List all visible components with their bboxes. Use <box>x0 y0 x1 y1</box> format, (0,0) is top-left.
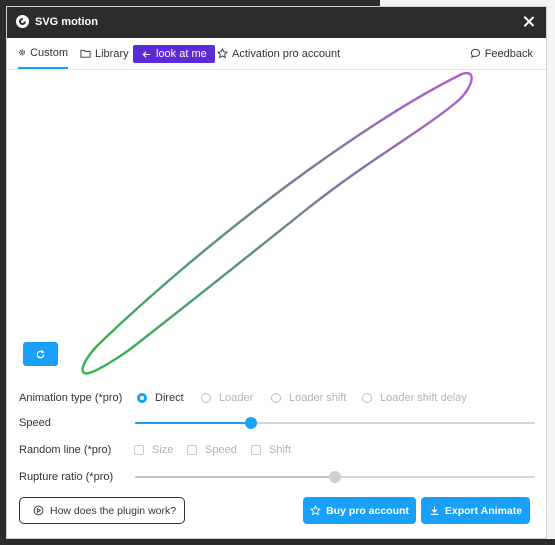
app-title: SVG motion <box>35 16 98 28</box>
speed-slider-thumb[interactable] <box>245 417 257 429</box>
refresh-icon <box>36 349 45 358</box>
checkbox-shift[interactable]: Shift <box>251 444 291 456</box>
refresh-button[interactable] <box>23 342 58 366</box>
radio-loader-shift[interactable]: Loader shift <box>271 392 346 404</box>
folder-icon <box>80 49 91 58</box>
radio-loader-shift-delay-label: Loader shift delay <box>380 392 467 404</box>
checkbox-size[interactable]: Size <box>134 444 173 456</box>
radio-loader-shift-delay-dot <box>362 393 372 403</box>
speed-slider[interactable] <box>135 416 535 430</box>
host-bottom-bar <box>0 539 555 545</box>
how-it-works-label: How does the plugin work? <box>50 504 177 517</box>
tab-library-label: Library <box>95 47 129 60</box>
plugin-window: SVG motion Custom Library look at me Act… <box>6 6 547 539</box>
preview-canvas <box>7 71 548 383</box>
look-at-me-label: look at me <box>156 48 207 60</box>
rupture-slider-thumb[interactable] <box>329 471 341 483</box>
arrow-left-icon <box>142 50 151 58</box>
export-animate-label: Export Animate <box>444 504 523 517</box>
close-icon[interactable] <box>521 14 537 30</box>
tab-custom[interactable]: Custom <box>18 38 68 69</box>
host-canvas-edge <box>547 0 555 545</box>
animated-path-preview <box>81 71 473 375</box>
title-bar: SVG motion <box>7 7 546 38</box>
tab-custom-label: Custom <box>30 46 68 59</box>
tab-library[interactable]: Library <box>80 38 129 69</box>
animation-type-label: Animation type (*pro) <box>19 392 123 404</box>
random-line-label: Random line (*pro) <box>19 444 112 456</box>
checkbox-shift-box <box>251 445 261 455</box>
download-icon <box>430 506 439 515</box>
radio-loader-shift-dot <box>271 393 281 403</box>
tab-activation-label: Activation pro account <box>232 47 341 60</box>
buy-pro-label: Buy pro account <box>326 504 409 517</box>
buy-pro-button[interactable]: Buy pro account <box>303 497 416 524</box>
gear-icon <box>19 49 26 56</box>
export-animate-button[interactable]: Export Animate <box>421 497 530 524</box>
rupture-ratio-label: Rupture ratio (*pro) <box>19 471 114 483</box>
radio-loader-shift-label: Loader shift <box>289 392 347 404</box>
checkbox-speed[interactable]: Speed <box>187 444 237 456</box>
tab-activation[interactable]: Activation pro account <box>217 38 340 69</box>
speed-label: Speed <box>19 417 51 429</box>
checkbox-speed-label: Speed <box>205 444 237 456</box>
star-icon <box>217 48 228 59</box>
how-it-works-button[interactable]: How does the plugin work? <box>19 497 185 524</box>
app-logo-icon <box>16 15 29 28</box>
star-icon <box>310 505 322 516</box>
tab-bar: Custom Library look at me Activation pro… <box>7 38 546 70</box>
radio-loader-shift-delay[interactable]: Loader shift delay <box>362 392 467 404</box>
checkbox-size-box <box>134 445 144 455</box>
rupture-ratio-slider[interactable] <box>135 470 535 484</box>
feedback-label: Feedback <box>484 47 533 60</box>
play-circle-icon <box>33 505 44 516</box>
speed-slider-fill <box>135 422 251 424</box>
feedback-link[interactable]: Feedback <box>470 38 533 69</box>
checkbox-size-label: Size <box>152 444 174 456</box>
checkbox-speed-box <box>187 445 197 455</box>
animated-path <box>81 71 473 375</box>
chat-bubble-icon <box>470 48 480 59</box>
rupture-slider-fill <box>135 476 335 478</box>
radio-loader-dot <box>201 393 211 403</box>
radio-direct[interactable]: Direct <box>137 392 184 404</box>
look-at-me-button[interactable]: look at me <box>133 45 215 63</box>
checkbox-shift-label: Shift <box>269 444 292 456</box>
radio-direct-dot <box>137 393 147 403</box>
radio-loader-label: Loader <box>219 392 254 404</box>
radio-direct-label: Direct <box>155 392 184 404</box>
radio-loader[interactable]: Loader <box>201 392 253 404</box>
